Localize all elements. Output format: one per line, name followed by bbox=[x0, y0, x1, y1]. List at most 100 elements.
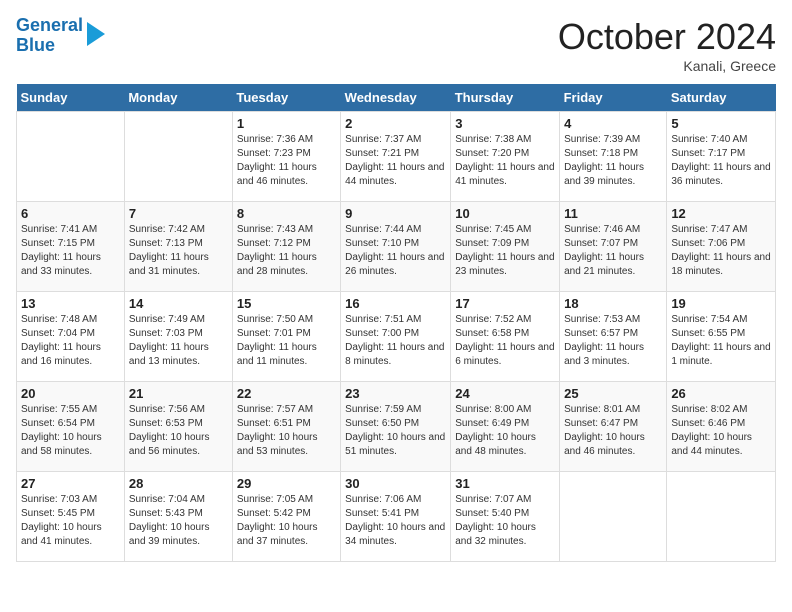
calendar-cell: 22 Sunrise: 7:57 AM Sunset: 6:51 PM Dayli… bbox=[232, 382, 340, 472]
calendar-cell: 31 Sunrise: 7:07 AM Sunset: 5:40 PM Dayli… bbox=[451, 472, 560, 562]
calendar-table: SundayMondayTuesdayWednesdayThursdayFrid… bbox=[16, 84, 776, 562]
week-row-0: 1 Sunrise: 7:36 AM Sunset: 7:23 PM Daylig… bbox=[17, 112, 776, 202]
day-number: 4 bbox=[564, 116, 662, 131]
week-row-4: 27 Sunrise: 7:03 AM Sunset: 5:45 PM Dayli… bbox=[17, 472, 776, 562]
day-info: Sunrise: 7:49 AM Sunset: 7:03 PM Dayligh… bbox=[129, 313, 228, 369]
day-info: Sunrise: 7:48 AM Sunset: 7:04 PM Dayligh… bbox=[21, 313, 120, 369]
calendar-cell: 24 Sunrise: 8:00 AM Sunset: 6:49 PM Dayli… bbox=[451, 382, 560, 472]
day-info: Sunrise: 8:00 AM Sunset: 6:49 PM Dayligh… bbox=[455, 403, 555, 459]
day-info: Sunrise: 7:06 AM Sunset: 5:41 PM Dayligh… bbox=[345, 493, 446, 549]
day-number: 5 bbox=[671, 116, 771, 131]
week-row-1: 6Sunrise: 7:41 AM Sunset: 7:15 PM Daylig… bbox=[17, 202, 776, 292]
day-info: Sunrise: 7:04 AM Sunset: 5:43 PM Dayligh… bbox=[129, 493, 228, 549]
day-number: 27 bbox=[21, 476, 120, 491]
day-info: Sunrise: 7:46 AM Sunset: 7:07 PM Dayligh… bbox=[564, 223, 662, 279]
calendar-cell bbox=[17, 112, 125, 202]
calendar-cell: 13 Sunrise: 7:48 AM Sunset: 7:04 PM Dayli… bbox=[17, 292, 125, 382]
calendar-cell: 5 Sunrise: 7:40 AM Sunset: 7:17 PM Daylig… bbox=[667, 112, 776, 202]
calendar-cell: 10Sunrise: 7:45 AM Sunset: 7:09 PM Dayli… bbox=[451, 202, 560, 292]
logo-text: General Blue bbox=[16, 16, 83, 56]
day-number: 7 bbox=[129, 206, 228, 221]
logo-arrow-icon bbox=[87, 22, 105, 46]
day-number: 20 bbox=[21, 386, 120, 401]
day-number: 10 bbox=[455, 206, 555, 221]
calendar-cell: 19Sunrise: 7:54 AM Sunset: 6:55 PM Dayli… bbox=[667, 292, 776, 382]
day-number: 1 bbox=[237, 116, 336, 131]
calendar-cell: 12 Sunrise: 7:47 AM Sunset: 7:06 PM Dayli… bbox=[667, 202, 776, 292]
day-number: 23 bbox=[345, 386, 446, 401]
calendar-cell: 6Sunrise: 7:41 AM Sunset: 7:15 PM Daylig… bbox=[17, 202, 125, 292]
calendar-cell: 2Sunrise: 7:37 AM Sunset: 7:21 PM Daylig… bbox=[341, 112, 451, 202]
day-info: Sunrise: 7:51 AM Sunset: 7:00 PM Dayligh… bbox=[345, 313, 446, 369]
calendar-cell: 7 Sunrise: 7:42 AM Sunset: 7:13 PM Daylig… bbox=[124, 202, 232, 292]
calendar-cell: 9Sunrise: 7:44 AM Sunset: 7:10 PM Daylig… bbox=[341, 202, 451, 292]
calendar-cell: 16 Sunrise: 7:51 AM Sunset: 7:00 PM Dayli… bbox=[341, 292, 451, 382]
week-row-2: 13 Sunrise: 7:48 AM Sunset: 7:04 PM Dayli… bbox=[17, 292, 776, 382]
day-number: 19 bbox=[671, 296, 771, 311]
day-number: 14 bbox=[129, 296, 228, 311]
day-info: Sunrise: 7:57 AM Sunset: 6:51 PM Dayligh… bbox=[237, 403, 336, 459]
calendar-cell: 27 Sunrise: 7:03 AM Sunset: 5:45 PM Dayli… bbox=[17, 472, 125, 562]
calendar-cell: 25 Sunrise: 8:01 AM Sunset: 6:47 PM Dayli… bbox=[560, 382, 667, 472]
weekday-saturday: Saturday bbox=[667, 84, 776, 112]
location: Kanali, Greece bbox=[558, 58, 776, 74]
calendar-cell: 14 Sunrise: 7:49 AM Sunset: 7:03 PM Dayli… bbox=[124, 292, 232, 382]
day-info: Sunrise: 7:56 AM Sunset: 6:53 PM Dayligh… bbox=[129, 403, 228, 459]
day-number: 24 bbox=[455, 386, 555, 401]
day-info: Sunrise: 7:37 AM Sunset: 7:21 PM Dayligh… bbox=[345, 133, 446, 189]
day-number: 30 bbox=[345, 476, 446, 491]
calendar-cell: 17Sunrise: 7:52 AM Sunset: 6:58 PM Dayli… bbox=[451, 292, 560, 382]
day-number: 15 bbox=[237, 296, 336, 311]
day-number: 22 bbox=[237, 386, 336, 401]
calendar-body: 1 Sunrise: 7:36 AM Sunset: 7:23 PM Daylig… bbox=[17, 112, 776, 562]
day-number: 13 bbox=[21, 296, 120, 311]
day-number: 16 bbox=[345, 296, 446, 311]
day-number: 28 bbox=[129, 476, 228, 491]
weekday-sunday: Sunday bbox=[17, 84, 125, 112]
weekday-header-row: SundayMondayTuesdayWednesdayThursdayFrid… bbox=[17, 84, 776, 112]
calendar-cell: 4Sunrise: 7:39 AM Sunset: 7:18 PM Daylig… bbox=[560, 112, 667, 202]
week-row-3: 20Sunrise: 7:55 AM Sunset: 6:54 PM Dayli… bbox=[17, 382, 776, 472]
logo-blue: Blue bbox=[16, 35, 55, 55]
day-number: 3 bbox=[455, 116, 555, 131]
day-info: Sunrise: 7:40 AM Sunset: 7:17 PM Dayligh… bbox=[671, 133, 771, 189]
title-block: October 2024 Kanali, Greece bbox=[558, 16, 776, 74]
month-title: October 2024 bbox=[558, 16, 776, 58]
day-info: Sunrise: 7:05 AM Sunset: 5:42 PM Dayligh… bbox=[237, 493, 336, 549]
weekday-wednesday: Wednesday bbox=[341, 84, 451, 112]
day-number: 21 bbox=[129, 386, 228, 401]
day-info: Sunrise: 7:38 AM Sunset: 7:20 PM Dayligh… bbox=[455, 133, 555, 189]
day-info: Sunrise: 7:07 AM Sunset: 5:40 PM Dayligh… bbox=[455, 493, 555, 549]
day-number: 31 bbox=[455, 476, 555, 491]
calendar-cell: 30 Sunrise: 7:06 AM Sunset: 5:41 PM Dayli… bbox=[341, 472, 451, 562]
day-number: 12 bbox=[671, 206, 771, 221]
calendar-cell: 18 Sunrise: 7:53 AM Sunset: 6:57 PM Dayli… bbox=[560, 292, 667, 382]
logo: General Blue bbox=[16, 16, 105, 56]
calendar-cell: 15Sunrise: 7:50 AM Sunset: 7:01 PM Dayli… bbox=[232, 292, 340, 382]
page-header: General Blue October 2024 Kanali, Greece bbox=[16, 16, 776, 74]
day-number: 6 bbox=[21, 206, 120, 221]
day-number: 25 bbox=[564, 386, 662, 401]
weekday-friday: Friday bbox=[560, 84, 667, 112]
day-number: 26 bbox=[671, 386, 771, 401]
logo-general: General bbox=[16, 15, 83, 35]
day-info: Sunrise: 7:03 AM Sunset: 5:45 PM Dayligh… bbox=[21, 493, 120, 549]
day-info: Sunrise: 7:36 AM Sunset: 7:23 PM Dayligh… bbox=[237, 133, 336, 189]
day-info: Sunrise: 7:52 AM Sunset: 6:58 PM Dayligh… bbox=[455, 313, 555, 369]
calendar-cell: 23 Sunrise: 7:59 AM Sunset: 6:50 PM Dayli… bbox=[341, 382, 451, 472]
day-info: Sunrise: 7:53 AM Sunset: 6:57 PM Dayligh… bbox=[564, 313, 662, 369]
day-info: Sunrise: 7:43 AM Sunset: 7:12 PM Dayligh… bbox=[237, 223, 336, 279]
weekday-tuesday: Tuesday bbox=[232, 84, 340, 112]
day-number: 8 bbox=[237, 206, 336, 221]
calendar-cell: 3 Sunrise: 7:38 AM Sunset: 7:20 PM Daylig… bbox=[451, 112, 560, 202]
day-number: 29 bbox=[237, 476, 336, 491]
day-info: Sunrise: 7:42 AM Sunset: 7:13 PM Dayligh… bbox=[129, 223, 228, 279]
day-info: Sunrise: 7:59 AM Sunset: 6:50 PM Dayligh… bbox=[345, 403, 446, 459]
day-number: 18 bbox=[564, 296, 662, 311]
calendar-cell: 26Sunrise: 8:02 AM Sunset: 6:46 PM Dayli… bbox=[667, 382, 776, 472]
calendar-cell: 1 Sunrise: 7:36 AM Sunset: 7:23 PM Daylig… bbox=[232, 112, 340, 202]
day-info: Sunrise: 7:47 AM Sunset: 7:06 PM Dayligh… bbox=[671, 223, 771, 279]
weekday-thursday: Thursday bbox=[451, 84, 560, 112]
calendar-cell: 8 Sunrise: 7:43 AM Sunset: 7:12 PM Daylig… bbox=[232, 202, 340, 292]
day-info: Sunrise: 8:01 AM Sunset: 6:47 PM Dayligh… bbox=[564, 403, 662, 459]
